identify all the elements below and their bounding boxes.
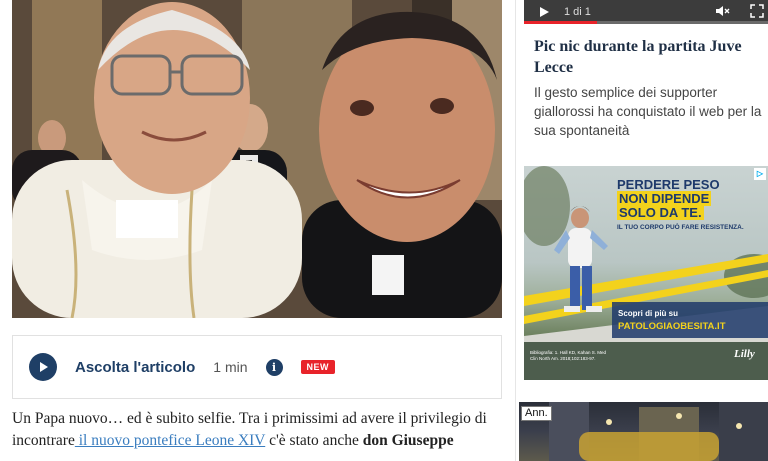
hero-photo-illustration	[12, 0, 502, 318]
new-badge: NEW	[300, 360, 335, 374]
advertisement-banner[interactable]: PERDERE PESO NON DIPENDE SOLO DA TE. IL …	[524, 166, 768, 380]
ad-choices-icon[interactable]: ▷	[754, 168, 766, 180]
column-divider	[515, 0, 516, 461]
sponsored-banner[interactable]: Ann.	[519, 402, 768, 461]
sidebar-article-title[interactable]: Pic nic durante la partita Juve Lecce	[534, 36, 764, 78]
ad-subheadline: IL TUO CORPO PUÒ FARE RESISTENZA.	[617, 224, 744, 231]
ad-cta: Scopri di più su	[618, 309, 679, 318]
video-progress-fill	[524, 21, 598, 24]
info-icon[interactable]: i	[265, 358, 283, 376]
video-progress-bar[interactable]	[524, 21, 768, 24]
play-icon	[40, 362, 48, 372]
ad-headline-line-2: NON DIPENDE	[617, 191, 712, 206]
sponsored-image	[549, 402, 768, 461]
video-counter: 1 di 1	[564, 6, 591, 18]
ad-headline-line-1: PERDERE PESO	[617, 177, 720, 192]
pontefice-link[interactable]: il nuovo pontefice Leone XIV	[75, 432, 266, 449]
article-hero-image[interactable]	[12, 0, 502, 318]
ad-brand-logo: Lilly	[734, 348, 755, 360]
ad-url[interactable]: PATOLOGIAOBESITA.IT	[618, 321, 726, 332]
listen-article-label[interactable]: Ascolta l'articolo	[75, 359, 195, 376]
fullscreen-icon[interactable]	[750, 4, 764, 18]
article-text-middle: c'è stato anche	[265, 432, 363, 449]
advertisement-tag: Ann.	[521, 406, 552, 421]
video-play-icon[interactable]	[538, 6, 550, 18]
listen-article-bar: Ascolta l'articolo 1 min i NEW	[12, 335, 502, 399]
ad-headline: PERDERE PESO NON DIPENDE SOLO DA TE.	[617, 178, 767, 220]
article-bold-name: don Giuseppe	[362, 432, 454, 449]
play-audio-button[interactable]	[29, 353, 57, 381]
mute-icon[interactable]	[714, 3, 730, 19]
sidebar-article-description: Il gesto semplice dei supporter gialloro…	[534, 85, 762, 138]
ad-fine-print: Bibliografia: 1. Hall KD, Kahan S. Med C…	[530, 350, 607, 361]
ad-headline-line-3: SOLO DA TE.	[617, 205, 704, 220]
audio-duration: 1 min	[213, 359, 248, 375]
article-paragraph: Un Papa nuovo… ed è subito selfie. Tra i…	[12, 408, 502, 452]
